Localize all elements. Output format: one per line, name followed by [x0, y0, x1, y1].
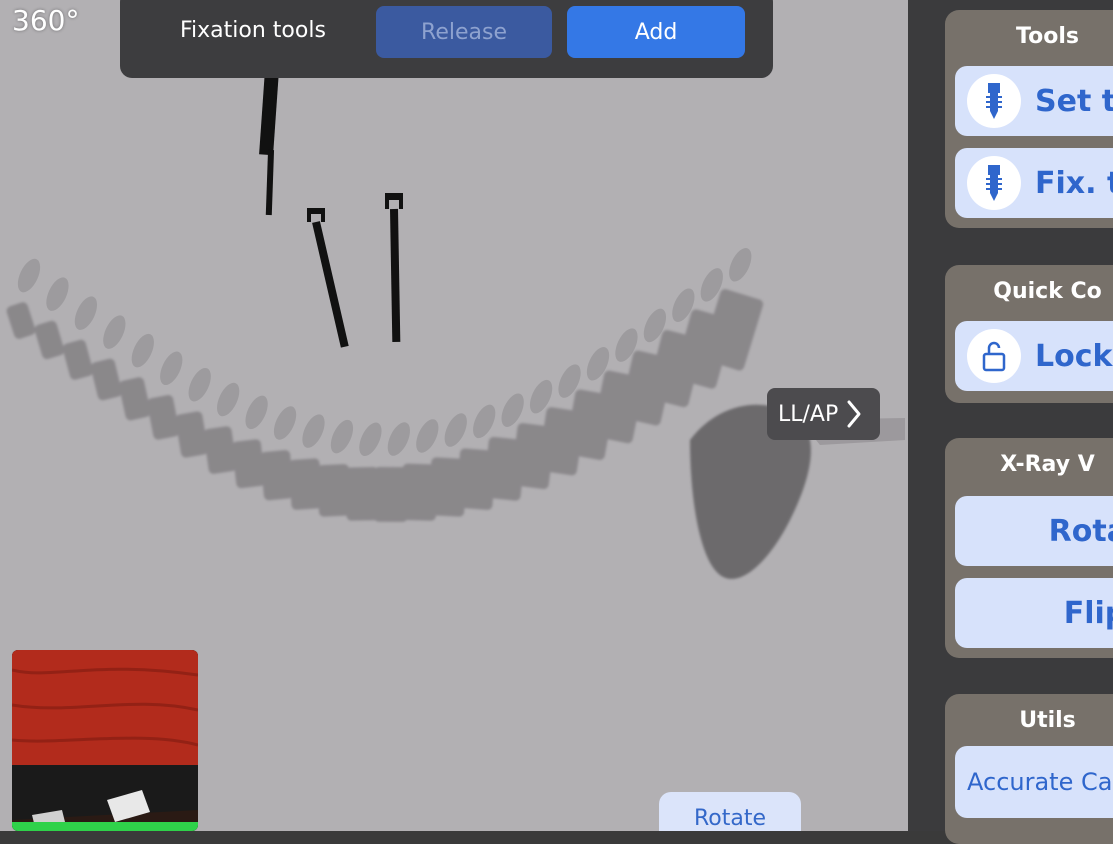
tools-title: Tools [1016, 24, 1079, 49]
release-button[interactable]: Release [376, 6, 552, 58]
utils-title: Utils [1019, 708, 1076, 733]
ll-ap-label: LL/AP [778, 401, 839, 427]
unlock-icon [967, 329, 1021, 383]
fix-tool-label: Fix. to [1035, 165, 1113, 201]
tools-section: Tools Set to Fix. to [945, 10, 1113, 228]
rotate-view-button[interactable]: Rotate [659, 792, 801, 831]
chevron-right-icon [847, 400, 861, 428]
accurate-calibration-button[interactable]: Accurate Cal [955, 746, 1113, 818]
add-button[interactable]: Add [567, 6, 745, 58]
xray-view-section: X-Ray V Rotat Flip [945, 438, 1113, 658]
fix-tool-button[interactable]: Fix. to [955, 148, 1113, 218]
view-mode-label: 360° [12, 4, 80, 37]
rotate-xray-button[interactable]: Rotat [955, 496, 1113, 566]
quick-controls-title: Quick Co [993, 279, 1102, 304]
xray-view-title: X-Ray V [1000, 452, 1095, 477]
set-tool-label: Set to [1035, 83, 1113, 119]
xray-viewport[interactable]: 360° Fixation tools Release Add LL/AP Ro… [0, 0, 908, 831]
accurate-calibration-label: Accurate Cal [967, 768, 1113, 796]
flip-xray-button[interactable]: Flip [955, 578, 1113, 648]
fixation-tools-panel: Fixation tools Release Add [120, 0, 773, 78]
pedicle-screw-1 [307, 208, 349, 348]
screw-icon [967, 156, 1021, 210]
fixation-tools-label: Fixation tools [180, 18, 326, 43]
quick-controls-section: Quick Co Lock P [945, 265, 1113, 403]
control-sidebar: Tools Set to Fix. to Quick Co Lock P X-R… [908, 0, 1113, 844]
rotate-xray-label: Rotat [1048, 513, 1113, 549]
lock-button[interactable]: Lock P [955, 321, 1113, 391]
lock-label: Lock P [1035, 338, 1113, 374]
flip-xray-label: Flip [1063, 595, 1113, 631]
screw-icon [967, 74, 1021, 128]
utils-section: Utils Accurate Cal [945, 694, 1113, 844]
ll-ap-toggle-button[interactable]: LL/AP [767, 388, 880, 440]
pedicle-screw-2 [385, 193, 403, 343]
camera-preview [12, 650, 198, 831]
set-tool-button[interactable]: Set to [955, 66, 1113, 136]
